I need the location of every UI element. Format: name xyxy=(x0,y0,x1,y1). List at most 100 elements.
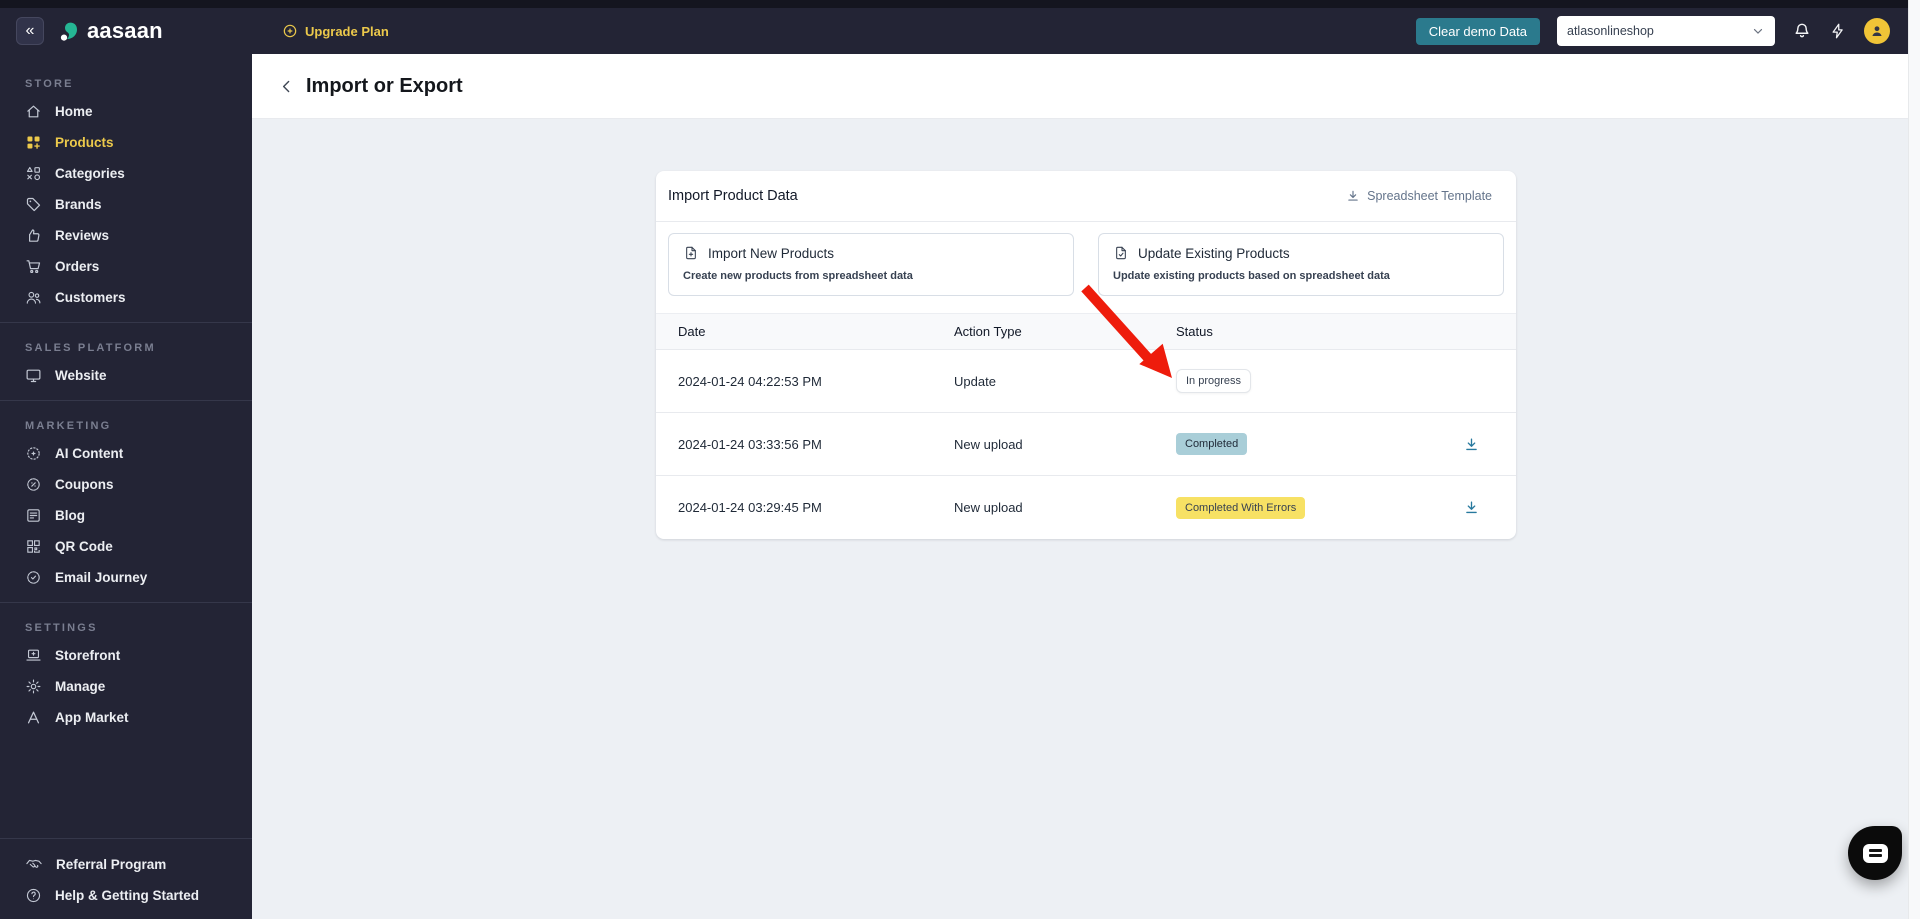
sidebar-divider xyxy=(0,602,252,603)
back-chevron-icon[interactable] xyxy=(278,78,295,95)
cell-date: 2024-01-24 03:33:56 PM xyxy=(678,436,822,452)
option-description: Update existing products based on spread… xyxy=(1113,270,1390,282)
sidebar-item-label: Storefront xyxy=(55,648,121,663)
file-check-icon xyxy=(1113,245,1129,261)
journey-badge-icon xyxy=(25,569,42,586)
sidebar-item-label: Home xyxy=(55,104,93,119)
sidebar-item-categories[interactable]: Categories xyxy=(0,158,252,189)
sidebar-item-qr-code[interactable]: QR Code xyxy=(0,531,252,562)
chat-bubble-icon xyxy=(1862,843,1888,863)
option-title: Import New Products xyxy=(708,245,835,261)
monitor-icon xyxy=(25,367,42,384)
cell-action-type: Update xyxy=(954,373,996,389)
status-badge: In progress xyxy=(1176,369,1252,393)
sidebar-item-storefront[interactable]: Storefront xyxy=(0,640,252,671)
cell-date: 2024-01-24 04:22:53 PM xyxy=(678,373,822,389)
document-icon xyxy=(25,507,42,524)
user-avatar[interactable] xyxy=(1864,18,1890,44)
sidebar-item-help-getting-started[interactable]: Help & Getting Started xyxy=(0,880,252,911)
discount-badge-icon xyxy=(25,476,42,493)
sidebar-divider xyxy=(0,322,252,323)
sidebar: STORE Home Products Categories Brands Re… xyxy=(0,54,252,919)
sidebar-item-label: Brands xyxy=(55,197,102,212)
column-header-action-type: Action Type xyxy=(954,324,1022,339)
section-label-store: STORE xyxy=(25,78,74,90)
sidebar-item-orders[interactable]: Orders xyxy=(0,251,252,282)
store-selector-value: atlasonlineshop xyxy=(1567,24,1654,38)
sidebar-item-coupons[interactable]: Coupons xyxy=(0,469,252,500)
sidebar-item-label: Referral Program xyxy=(56,856,167,872)
chevron-down-icon xyxy=(1751,24,1765,38)
sidebar-item-label: Coupons xyxy=(55,477,114,492)
section-label-settings: SETTINGS xyxy=(25,622,98,634)
upgrade-plan-button[interactable]: Upgrade Plan xyxy=(282,23,389,39)
download-icon xyxy=(1346,189,1360,203)
sidebar-item-home[interactable]: Home xyxy=(0,96,252,127)
quick-actions-bolt-icon[interactable] xyxy=(1829,22,1847,40)
qr-code-icon xyxy=(25,538,42,555)
status-badge: Completed With Errors xyxy=(1176,496,1306,519)
spreadsheet-template-link[interactable]: Spreadsheet Template xyxy=(1346,189,1492,203)
topbar-actions: Clear demo Data atlasonlineshop xyxy=(1415,16,1920,46)
storefront-icon xyxy=(25,647,42,664)
scrollbar[interactable] xyxy=(1908,0,1920,919)
page-title: Import or Export xyxy=(306,74,463,97)
sidebar-item-customers[interactable]: Customers xyxy=(0,282,252,313)
import-product-data-card: Import Product Data Spreadsheet Template xyxy=(656,171,1516,539)
sidebar-item-email-journey[interactable]: Email Journey xyxy=(0,562,252,593)
gear-icon xyxy=(25,678,42,695)
sidebar-item-label: Orders xyxy=(55,259,100,274)
spreadsheet-template-label: Spreadsheet Template xyxy=(1367,189,1492,203)
sidebar-item-blog[interactable]: Blog xyxy=(0,500,252,531)
sidebar-item-label: Help & Getting Started xyxy=(55,888,200,903)
app-market-icon xyxy=(25,709,42,726)
sidebar-item-referral-program[interactable]: Referral Program xyxy=(0,848,252,880)
sidebar-item-label: Categories xyxy=(55,166,125,181)
products-icon xyxy=(25,134,42,151)
table-row: 2024-01-24 03:29:45 PM New upload Comple… xyxy=(656,476,1516,539)
notifications-bell-icon[interactable] xyxy=(1792,21,1812,41)
column-header-date: Date xyxy=(678,324,706,339)
sidebar-divider xyxy=(0,400,252,401)
table-row: 2024-01-24 03:33:56 PM New upload Comple… xyxy=(656,413,1516,476)
sidebar-item-products[interactable]: Products xyxy=(0,127,252,158)
sidebar-divider xyxy=(0,838,252,839)
brand-name: aasaan xyxy=(87,18,163,43)
brand-logo: aasaan xyxy=(58,18,163,44)
import-new-products-option[interactable]: Import New Products Create new products … xyxy=(668,233,1074,296)
file-plus-icon xyxy=(683,245,699,261)
sidebar-item-label: Website xyxy=(55,368,107,383)
topbar: « aasaan Upgrade Plan Clear demo Data at… xyxy=(0,8,1920,54)
upgrade-plan-label: Upgrade Plan xyxy=(305,23,389,39)
sidebar-collapse-button[interactable]: « xyxy=(16,17,44,45)
sidebar-item-label: AI Content xyxy=(55,446,124,461)
table-header-row: Date Action Type Status xyxy=(656,313,1516,350)
status-badge: Completed xyxy=(1176,433,1248,455)
card-title: Import Product Data xyxy=(668,188,798,204)
page-header: Import or Export xyxy=(252,54,1920,119)
tag-icon xyxy=(25,196,42,213)
store-selector[interactable]: atlasonlineshop xyxy=(1557,16,1775,46)
clear-demo-data-button[interactable]: Clear demo Data xyxy=(1415,17,1540,45)
section-label-sales-platform: SALES PLATFORM xyxy=(25,342,156,354)
aasaan-logo-icon xyxy=(58,19,82,43)
sidebar-item-brands[interactable]: Brands xyxy=(0,189,252,220)
categories-icon xyxy=(25,165,42,182)
window-top-strip xyxy=(0,0,1920,8)
option-description: Create new products from spreadsheet dat… xyxy=(683,270,913,282)
cell-action-type: New upload xyxy=(954,500,1023,515)
download-result-button[interactable] xyxy=(1463,436,1480,453)
update-existing-products-option[interactable]: Update Existing Products Update existing… xyxy=(1098,233,1504,296)
download-result-button[interactable] xyxy=(1463,499,1480,516)
cart-icon xyxy=(25,258,42,275)
column-header-status: Status xyxy=(1176,324,1213,339)
option-title: Update Existing Products xyxy=(1138,245,1290,261)
sidebar-item-ai-content[interactable]: AI Content xyxy=(0,438,252,469)
ai-badge-icon xyxy=(25,445,42,462)
cell-date: 2024-01-24 03:29:45 PM xyxy=(678,500,822,515)
chat-widget-button[interactable] xyxy=(1848,826,1902,880)
sidebar-item-reviews[interactable]: Reviews xyxy=(0,220,252,251)
sidebar-item-app-market[interactable]: App Market xyxy=(0,702,252,733)
sidebar-item-website[interactable]: Website xyxy=(0,360,252,391)
sidebar-item-manage[interactable]: Manage xyxy=(0,671,252,702)
